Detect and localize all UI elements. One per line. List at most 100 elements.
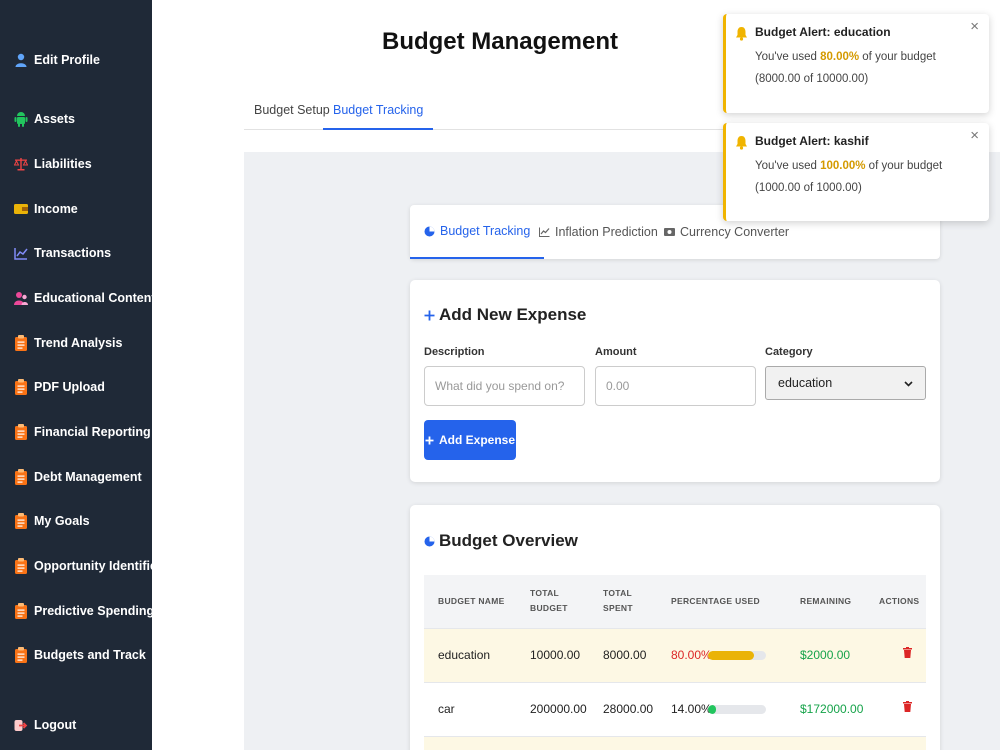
table-header: BUDGET NAME TOTAL BUDGET TOTAL SPENT PER… bbox=[424, 575, 926, 628]
budget-alert-toast: Budget Alert: education You've used 80.0… bbox=[723, 14, 989, 113]
tab-budget-tracking[interactable]: Budget Tracking bbox=[323, 92, 434, 130]
sidebar-item-label: Predictive Spending bbox=[34, 604, 155, 618]
sidebar-item-label: Educational Content bbox=[34, 291, 156, 305]
clipboard-icon bbox=[14, 379, 28, 395]
col-percentage-used: PERCENTAGE USED bbox=[671, 596, 760, 606]
user-group-icon bbox=[14, 290, 28, 306]
android-icon bbox=[14, 111, 28, 127]
logout-icon bbox=[14, 717, 28, 733]
col-total-budget: TOTAL BUDGET bbox=[530, 586, 568, 616]
sidebar-item-label: Debt Management bbox=[34, 470, 142, 484]
sidebar-item-label: PDF Upload bbox=[34, 380, 105, 394]
chevron-down-icon bbox=[904, 376, 913, 390]
add-expense-button[interactable]: Add Expense bbox=[424, 420, 516, 460]
amount-label: Amount bbox=[595, 346, 637, 358]
alert-percentage: 100.00% bbox=[820, 160, 866, 172]
sidebar-item-my-goals[interactable]: My Goals bbox=[14, 513, 90, 529]
close-icon[interactable]: × bbox=[970, 127, 979, 144]
sidebar-item-pdf-upload[interactable]: PDF Upload bbox=[14, 379, 105, 395]
col-total-spent-line2: SPENT bbox=[603, 603, 633, 613]
trash-icon[interactable] bbox=[903, 645, 912, 663]
description-input[interactable] bbox=[424, 366, 585, 406]
progress-bar bbox=[708, 651, 766, 660]
col-total-spent-line1: TOTAL bbox=[603, 588, 633, 598]
sidebar-item-budgets-and-track[interactable]: Budgets and Track bbox=[14, 647, 146, 663]
add-expense-button-label: Add Expense bbox=[438, 433, 516, 447]
scale-icon bbox=[14, 156, 28, 172]
sidebar-item-trend-analysis[interactable]: Trend Analysis bbox=[14, 335, 122, 351]
wallet-icon bbox=[14, 201, 28, 217]
clipboard-icon bbox=[14, 424, 28, 440]
sidebar-item-label: Liabilities bbox=[34, 157, 92, 171]
sidebar-item-label: Assets bbox=[34, 112, 75, 126]
alert-message-pre: You've used bbox=[755, 160, 821, 172]
cell-remaining: $172000.00 bbox=[800, 702, 864, 716]
col-total-budget-line2: BUDGET bbox=[530, 603, 568, 613]
budget-overview-title: Budget Overview bbox=[424, 531, 578, 551]
sidebar-item-label: Financial Reporting bbox=[34, 425, 151, 439]
add-expense-title: Add New Expense bbox=[424, 305, 586, 325]
close-icon[interactable]: × bbox=[970, 18, 979, 35]
sidebar-item-label: My Goals bbox=[34, 514, 90, 528]
trash-icon[interactable] bbox=[903, 699, 912, 717]
cell-budget-name: education bbox=[438, 648, 491, 662]
alert-title: Budget Alert: kashif bbox=[755, 134, 869, 148]
sidebar-item-financial-reporting[interactable]: Financial Reporting bbox=[14, 424, 151, 440]
chart-line-icon bbox=[14, 245, 28, 261]
cell-percentage: 80.00% bbox=[671, 648, 712, 662]
cell-budget-name: car bbox=[438, 702, 455, 716]
category-label: Category bbox=[765, 346, 813, 358]
cell-total-spent: 28000.00 bbox=[603, 702, 654, 716]
sidebar-item-label: Budgets and Track bbox=[34, 648, 146, 662]
clipboard-icon bbox=[14, 469, 28, 485]
sidebar-item-assets[interactable]: Assets bbox=[14, 111, 75, 127]
progress-bar bbox=[708, 705, 766, 714]
sidebar-item-educational-content[interactable]: Educational Content bbox=[14, 290, 156, 306]
money-icon bbox=[664, 228, 675, 236]
alert-percentage: 80.00% bbox=[820, 51, 860, 63]
plus-icon bbox=[425, 436, 434, 445]
amount-input[interactable] bbox=[595, 366, 756, 406]
sidebar-item-opportunity-identifier[interactable]: Opportunity Identifier bbox=[14, 558, 162, 574]
pie-chart-icon bbox=[424, 536, 435, 547]
col-remaining: REMAINING bbox=[800, 596, 852, 606]
sidebar-item-label: Income bbox=[34, 202, 78, 216]
clipboard-icon bbox=[14, 558, 28, 574]
budget-overview-title-text: Budget Overview bbox=[439, 531, 578, 550]
inner-tab-label: Budget Tracking bbox=[440, 224, 531, 238]
clipboard-icon bbox=[14, 335, 28, 351]
sidebar-item-predictive-spending[interactable]: Predictive Spending bbox=[14, 603, 154, 619]
add-expense-title-text: Add New Expense bbox=[439, 305, 587, 324]
progress-bar-fill bbox=[708, 651, 755, 660]
alert-message-pre: You've used bbox=[755, 51, 821, 63]
cell-total-budget: 10000.00 bbox=[530, 648, 581, 662]
alert-message: You've used 80.00% of your budget (8000.… bbox=[755, 46, 975, 90]
inner-tab-label: Inflation Prediction bbox=[555, 225, 658, 239]
cell-total-spent: 8000.00 bbox=[603, 648, 647, 662]
logout-label: Logout bbox=[34, 718, 77, 732]
bell-icon bbox=[735, 135, 748, 155]
alert-message: You've used 100.00% of your budget (1000… bbox=[755, 155, 975, 199]
logout-button[interactable]: Logout bbox=[14, 717, 76, 733]
budget-alert-toast: Budget Alert: kashif You've used 100.00%… bbox=[723, 123, 989, 221]
col-total-spent: TOTAL SPENT bbox=[603, 586, 633, 616]
table-row: education 10000.00 8000.00 80.00% $2000.… bbox=[424, 628, 926, 682]
sidebar: Edit Profile Assets Liabilities Income T… bbox=[0, 0, 162, 750]
sidebar-item-liabilities[interactable]: Liabilities bbox=[14, 156, 92, 172]
clipboard-icon bbox=[14, 603, 28, 619]
cell-remaining: $2000.00 bbox=[800, 648, 851, 662]
sidebar-item-income[interactable]: Income bbox=[14, 201, 78, 217]
sidebar-item-debt-management[interactable]: Debt Management bbox=[14, 469, 142, 485]
cell-percentage: 14.00% bbox=[671, 702, 712, 716]
clipboard-icon bbox=[14, 513, 28, 529]
clipboard-icon bbox=[14, 647, 28, 663]
sidebar-item-label: Transactions bbox=[34, 246, 112, 260]
bell-icon bbox=[735, 26, 748, 46]
category-select-value: education bbox=[778, 376, 833, 390]
col-actions: ACTIONS bbox=[879, 596, 920, 606]
col-total-budget-line1: TOTAL bbox=[530, 588, 560, 598]
sidebar-item-transactions[interactable]: Transactions bbox=[14, 245, 111, 261]
add-expense-card: Add New Expense Description Amount Categ… bbox=[410, 280, 940, 482]
description-label: Description bbox=[424, 346, 485, 358]
category-select[interactable]: education bbox=[765, 366, 926, 400]
